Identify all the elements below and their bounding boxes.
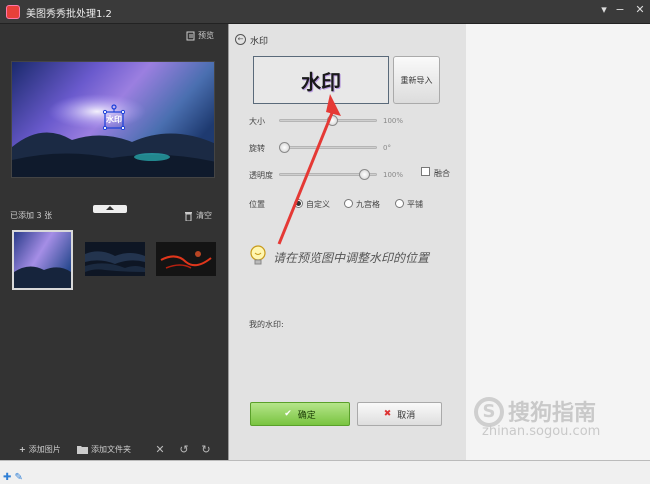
add-images-label: 添加图片 bbox=[28, 445, 61, 454]
rotate-slider-track[interactable] bbox=[279, 146, 377, 149]
fuse-label: 融合 bbox=[434, 169, 450, 178]
watermark-preview-box: 水印 bbox=[253, 56, 389, 104]
cancel-label: 取消 bbox=[397, 410, 416, 421]
opacity-slider-knob[interactable] bbox=[359, 169, 371, 180]
position-label: 位置 bbox=[249, 200, 265, 209]
delete-icon[interactable]: ✕ bbox=[154, 443, 166, 456]
fuse-checkbox[interactable] bbox=[421, 167, 430, 176]
add-images-button[interactable]: + 添加图片 bbox=[19, 444, 61, 455]
settings-icon[interactable]: ✚ ✎ bbox=[3, 472, 23, 483]
preview-button[interactable]: 预览 bbox=[186, 30, 214, 41]
confirm-label: 确定 bbox=[297, 410, 316, 421]
confirm-button[interactable]: ✔ 确定 bbox=[250, 402, 350, 426]
window-title: 美图秀秀批处理1.2 bbox=[26, 9, 112, 20]
reimport-button[interactable]: 重新导入 bbox=[393, 56, 440, 104]
clear-label: 清空 bbox=[196, 211, 212, 220]
size-slider-knob[interactable] bbox=[326, 115, 338, 126]
close-icon: ✖ bbox=[383, 409, 392, 419]
watermark-overlay-text: 水印 bbox=[106, 115, 122, 124]
rotate-right-icon[interactable]: ↻ bbox=[200, 443, 212, 456]
minimize-button[interactable]: − bbox=[612, 2, 628, 18]
size-label: 大小 bbox=[249, 117, 265, 126]
trash-icon bbox=[185, 211, 192, 221]
preview-label: 预览 bbox=[198, 31, 214, 40]
rotate-slider-knob[interactable] bbox=[279, 142, 290, 153]
cancel-button[interactable]: ✖ 取消 bbox=[357, 402, 442, 426]
opacity-label: 透明度 bbox=[249, 171, 273, 180]
size-value: 100% bbox=[383, 117, 404, 125]
thumbnail-item[interactable] bbox=[156, 242, 216, 276]
watermark-preview-text: 水印 bbox=[301, 69, 341, 94]
menu-button[interactable]: ▾ bbox=[596, 2, 612, 18]
rotate-label: 旋转 bbox=[249, 144, 265, 153]
opacity-value: 100% bbox=[383, 171, 404, 179]
my-watermark-label: 我的水印: bbox=[249, 320, 284, 329]
brand-watermark: 搜狗指南 bbox=[508, 401, 597, 426]
radio-tile-label: 平铺 bbox=[407, 200, 423, 209]
brand-url: zhinan.sogou.com bbox=[482, 424, 601, 439]
thumbnail-item[interactable] bbox=[12, 230, 73, 290]
thumbnail-item[interactable] bbox=[85, 242, 145, 276]
sogou-logo-icon: S bbox=[474, 397, 504, 427]
radio-custom[interactable] bbox=[294, 199, 303, 208]
check-icon: ✔ bbox=[284, 409, 292, 419]
chevron-up-icon bbox=[106, 206, 114, 210]
radio-tile[interactable] bbox=[395, 199, 404, 208]
radio-grid-label: 九宫格 bbox=[356, 200, 380, 209]
status-bar bbox=[0, 460, 650, 484]
app-logo-icon bbox=[6, 5, 20, 19]
radio-grid[interactable] bbox=[344, 199, 353, 208]
close-button[interactable]: ✕ bbox=[632, 2, 648, 18]
plus-icon: + bbox=[19, 445, 26, 454]
add-folder-button[interactable]: 添加文件夹 bbox=[77, 444, 131, 455]
added-count: 已添加 3 张 bbox=[10, 211, 53, 220]
rotate-left-icon[interactable]: ↺ bbox=[178, 443, 190, 456]
lightbulb-icon bbox=[249, 244, 267, 266]
back-arrow-icon[interactable]: ← bbox=[235, 34, 246, 45]
folder-icon bbox=[77, 446, 88, 454]
tip-text: 请在预览图中调整水印的位置 bbox=[273, 251, 430, 265]
add-folder-label: 添加文件夹 bbox=[91, 445, 131, 454]
preview-icon bbox=[186, 31, 195, 40]
panel-title: 水印 bbox=[250, 37, 269, 47]
reimport-label: 重新导入 bbox=[400, 75, 433, 85]
radio-custom-label: 自定义 bbox=[306, 200, 330, 209]
rotate-value: 0° bbox=[383, 144, 391, 152]
clear-button[interactable]: 清空 bbox=[184, 210, 212, 221]
